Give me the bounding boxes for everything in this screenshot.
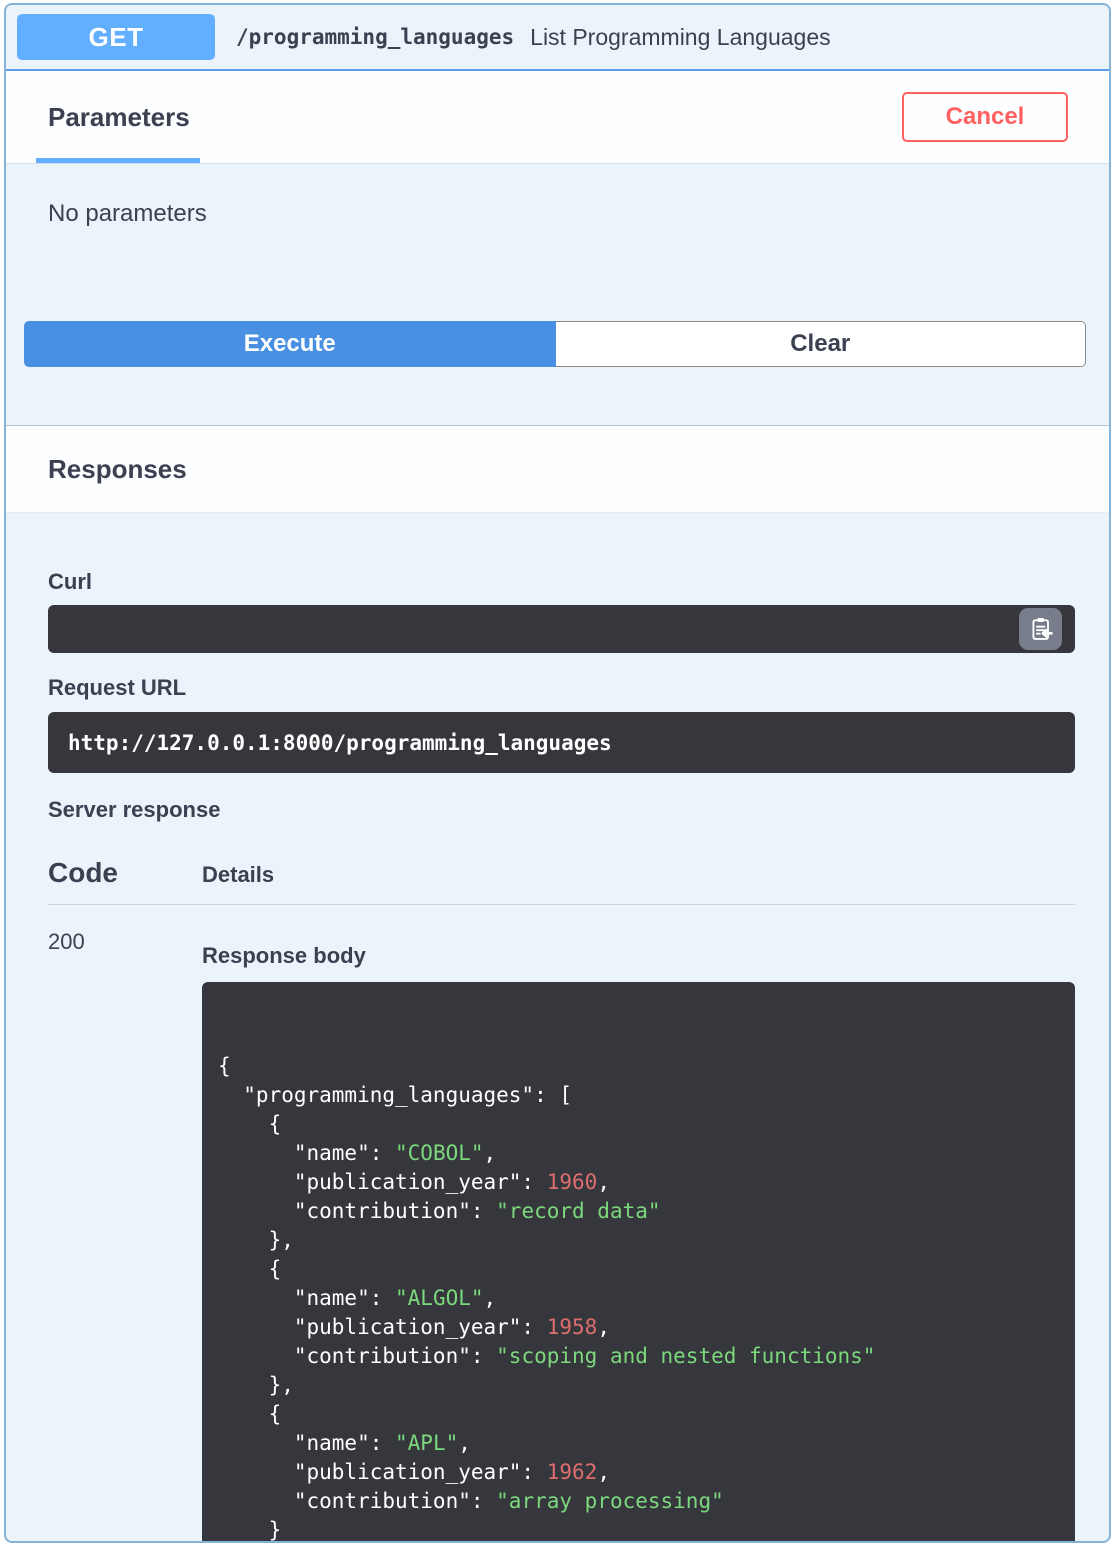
clear-button[interactable]: Clear — [555, 321, 1086, 367]
response-body-block: { "programming_languages": [ { "name": "… — [202, 982, 1075, 1542]
responses-body: Curl curl -X GET "http://127.0.0.1:8000/… — [6, 569, 1109, 1542]
curl-label: Curl — [48, 569, 92, 594]
response-table-header: Code Details — [48, 857, 1075, 889]
response-body-code: { "programming_languages": [ { "name": "… — [218, 1054, 876, 1542]
cancel-button[interactable]: Cancel — [902, 92, 1068, 142]
parameters-section-header: Parameters Cancel — [6, 71, 1109, 164]
copy-to-clipboard-icon — [1031, 618, 1053, 640]
operation-summary[interactable]: GET /programming_languages List Programm… — [6, 5, 1109, 71]
no-parameters-text: No parameters — [48, 200, 207, 227]
request-url-bar: http://127.0.0.1:8000/programming_langua… — [48, 712, 1075, 773]
request-url-text: http://127.0.0.1:8000/programming_langua… — [68, 730, 612, 755]
response-row-200: 200 Response body { "programming_languag… — [48, 905, 1075, 1542]
response-body-label: Response body — [202, 943, 366, 968]
curl-command-bar: curl -X GET "http://127.0.0.1:8000/progr… — [48, 605, 1075, 653]
tab-parameters[interactable]: Parameters — [48, 102, 190, 133]
details-column-header: Details — [202, 862, 275, 887]
active-tab-underline — [36, 158, 200, 163]
http-method-badge[interactable]: GET — [17, 14, 215, 60]
status-code: 200 — [48, 929, 85, 954]
endpoint-summary-text: List Programming Languages — [530, 23, 831, 50]
execute-button-row: Execute Clear — [24, 321, 1086, 367]
response-row-details: Response body { "programming_languages":… — [202, 905, 1075, 1542]
execute-button[interactable]: Execute — [24, 321, 556, 367]
request-url-label: Request URL — [48, 675, 187, 700]
responses-title: Responses — [48, 453, 187, 484]
responses-section-header: Responses — [6, 425, 1109, 513]
copy-to-clipboard-button[interactable] — [1019, 608, 1062, 650]
operation-block-get: GET /programming_languages List Programm… — [4, 3, 1111, 1543]
code-column-header: Code — [48, 857, 118, 888]
server-response-label: Server response — [48, 797, 221, 822]
endpoint-path[interactable]: /programming_languages — [236, 25, 514, 49]
